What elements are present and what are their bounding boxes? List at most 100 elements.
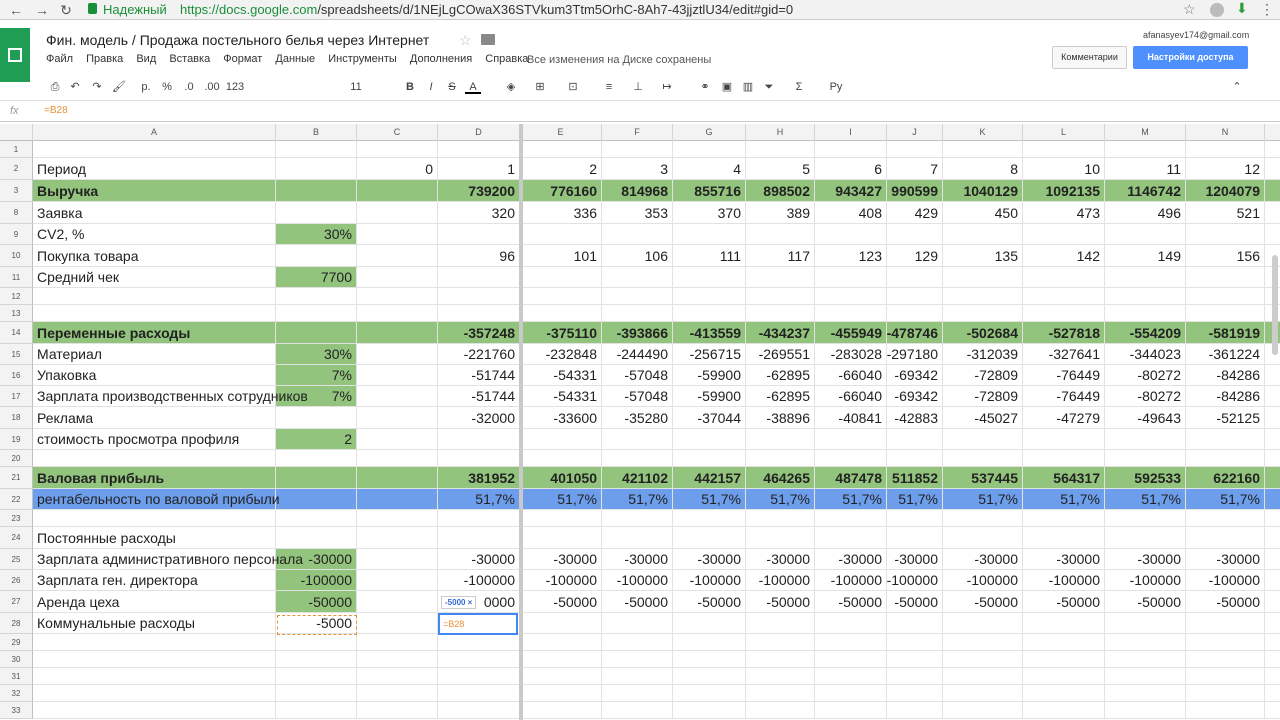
cell-d15[interactable]: -221760 — [438, 344, 520, 364]
cell-g3[interactable]: 855716 — [673, 180, 746, 201]
cell-h2[interactable]: 5 — [746, 158, 815, 179]
cell-b24[interactable] — [276, 527, 357, 548]
cell-g15[interactable]: -256715 — [673, 344, 746, 364]
browser-menu-icon[interactable]: ⋮ — [1260, 1, 1274, 18]
cell-l33[interactable] — [1023, 702, 1105, 718]
cell-k21[interactable]: 537445 — [943, 467, 1023, 488]
cell-h28[interactable] — [746, 613, 815, 633]
cell-n17[interactable]: -84286 — [1186, 386, 1265, 406]
cell-g12[interactable] — [673, 288, 746, 304]
cell-d29[interactable] — [438, 634, 520, 650]
cell-m31[interactable] — [1105, 668, 1186, 684]
cell-n19[interactable] — [1186, 429, 1265, 449]
cell-d26[interactable]: -100000 — [438, 570, 520, 590]
cell-l21[interactable]: 564317 — [1023, 467, 1105, 488]
cell-n21[interactable]: 622160 — [1186, 467, 1265, 488]
cell-e2[interactable]: 2 — [520, 158, 602, 179]
cell-l20[interactable] — [1023, 450, 1105, 466]
text-wrap-icon[interactable]: ↦ — [659, 80, 675, 94]
cell-i9[interactable] — [815, 224, 887, 244]
row-header[interactable]: 16 — [0, 365, 33, 386]
cell-n24[interactable] — [1186, 527, 1265, 548]
cell-g32[interactable] — [673, 685, 746, 701]
cell-d24[interactable] — [438, 527, 520, 548]
cell-h30[interactable] — [746, 651, 815, 667]
cell-c30[interactable] — [357, 651, 438, 667]
cell-k19[interactable] — [943, 429, 1023, 449]
cell-d22[interactable]: 51,7% — [438, 489, 520, 509]
cell-g22[interactable]: 51,7% — [673, 489, 746, 509]
cell-e15[interactable]: -232848 — [520, 344, 602, 364]
cell-l2[interactable]: 10 — [1023, 158, 1105, 179]
cell-n1[interactable] — [1186, 141, 1265, 157]
save-status[interactable]: Все изменения на Диске сохранены — [527, 54, 711, 66]
cell-m15[interactable]: -344023 — [1105, 344, 1186, 364]
cell-d23[interactable] — [438, 510, 520, 526]
cell-a13[interactable] — [33, 305, 276, 321]
cell-c19[interactable] — [357, 429, 438, 449]
print-icon[interactable]: ⎙ — [48, 80, 62, 94]
cell-b15[interactable]: 30% — [276, 344, 357, 364]
cell-n11[interactable] — [1186, 267, 1265, 287]
increase-decimal-button[interactable]: .00 — [202, 80, 222, 94]
cell-e1[interactable] — [520, 141, 602, 157]
sheets-logo-icon[interactable] — [0, 28, 30, 82]
cell-n15[interactable]: -361224 — [1186, 344, 1265, 364]
cell-c24[interactable] — [357, 527, 438, 548]
cell-k2[interactable]: 8 — [943, 158, 1023, 179]
cell-b2[interactable] — [276, 158, 357, 179]
cell-h3[interactable]: 898502 — [746, 180, 815, 201]
column-header-e[interactable]: E — [520, 124, 602, 141]
cell-i19[interactable] — [815, 429, 887, 449]
insert-chart-icon[interactable]: ▥ — [741, 80, 755, 94]
cell-g23[interactable] — [673, 510, 746, 526]
cell-e30[interactable] — [520, 651, 602, 667]
cell-a20[interactable] — [33, 450, 276, 466]
cell-k16[interactable]: -72809 — [943, 365, 1023, 385]
cell-k33[interactable] — [943, 702, 1023, 718]
cell-j11[interactable] — [887, 267, 943, 287]
row-header[interactable]: 28 — [0, 613, 33, 634]
cell-j15[interactable]: -297180 — [887, 344, 943, 364]
cell-d14[interactable]: -357248 — [438, 322, 520, 343]
cell-k13[interactable] — [943, 305, 1023, 321]
cell-h27[interactable]: -50000 — [746, 591, 815, 612]
row-header[interactable]: 27 — [0, 591, 33, 613]
row-header[interactable]: 19 — [0, 429, 33, 450]
cell-i14[interactable]: -455949 — [815, 322, 887, 343]
cell-e16[interactable]: -54331 — [520, 365, 602, 385]
cell-a28[interactable]: Коммунальные расходы — [33, 613, 276, 633]
row-header[interactable]: 26 — [0, 570, 33, 591]
vertical-scrollbar[interactable] — [1272, 255, 1278, 355]
cell-a17[interactable]: Зарплата производственных сотрудников — [33, 386, 308, 406]
cell-n28[interactable] — [1186, 613, 1265, 633]
cell-m8[interactable]: 496 — [1105, 202, 1186, 223]
column-header-j[interactable]: J — [887, 124, 943, 141]
cell-i26[interactable]: -100000 — [815, 570, 887, 590]
cell-b1[interactable] — [276, 141, 357, 157]
cell-g26[interactable]: -100000 — [673, 570, 746, 590]
cell-g25[interactable]: -30000 — [673, 549, 746, 569]
row-header[interactable]: 14 — [0, 322, 33, 344]
cell-a27[interactable]: Аренда цеха — [33, 591, 276, 612]
cell-b12[interactable] — [276, 288, 357, 304]
menu-format[interactable]: Формат — [223, 53, 262, 65]
cell-j13[interactable] — [887, 305, 943, 321]
cell-g19[interactable] — [673, 429, 746, 449]
cell-c1[interactable] — [357, 141, 438, 157]
cell-h32[interactable] — [746, 685, 815, 701]
cell-j9[interactable] — [887, 224, 943, 244]
cell-d20[interactable] — [438, 450, 520, 466]
row-header[interactable]: 1 — [0, 141, 33, 158]
cell-e12[interactable] — [520, 288, 602, 304]
cell-c15[interactable] — [357, 344, 438, 364]
cell-i11[interactable] — [815, 267, 887, 287]
cell-f12[interactable] — [602, 288, 673, 304]
collapse-toolbar-icon[interactable]: ⌃ — [1230, 80, 1244, 94]
cell-l17[interactable]: -76449 — [1023, 386, 1105, 406]
column-header-c[interactable]: C — [357, 124, 438, 141]
align-horizontal-icon[interactable]: ≡ — [601, 80, 617, 94]
cell-n18[interactable]: -52125 — [1186, 407, 1265, 428]
cell-a29[interactable] — [33, 634, 276, 650]
cell-n33[interactable] — [1186, 702, 1265, 718]
